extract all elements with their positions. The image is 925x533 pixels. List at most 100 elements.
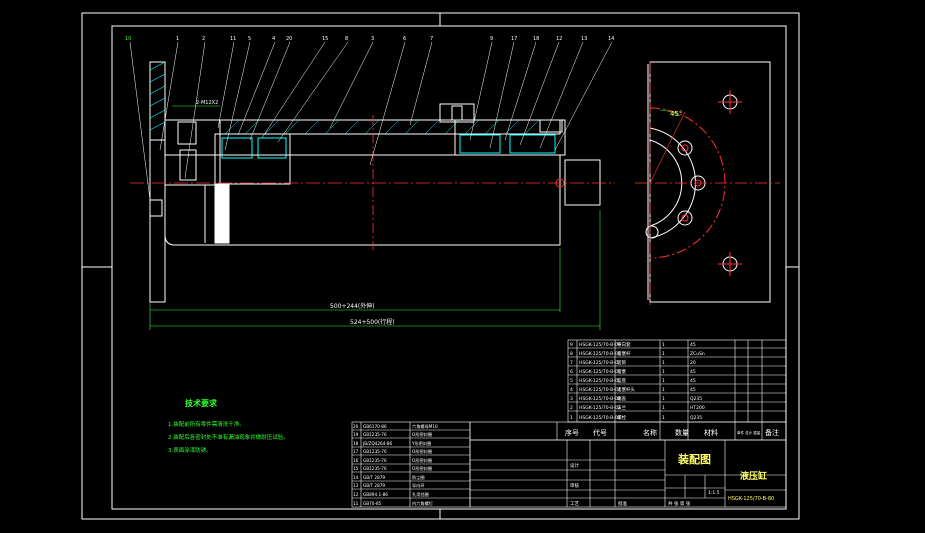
callout-number: 5 bbox=[248, 36, 251, 42]
svg-text:8: 8 bbox=[570, 351, 573, 357]
svg-text:13: 13 bbox=[353, 483, 359, 488]
cylinder-section-view bbox=[130, 61, 615, 303]
svg-text:14: 14 bbox=[353, 475, 359, 480]
callout-number: 10 bbox=[125, 36, 131, 42]
svg-text:1: 1 bbox=[662, 351, 665, 357]
callout-number: 8 bbox=[345, 36, 348, 42]
tech-req-item: 3.表面涂漆防锈。 bbox=[168, 446, 212, 454]
svg-text:HSGK-125/70-B-01: HSGK-125/70-B-01 bbox=[579, 415, 621, 421]
outer-border bbox=[81, 12, 800, 520]
svg-text:9: 9 bbox=[570, 342, 573, 348]
svg-text:GB1235-76: GB1235-76 bbox=[363, 466, 387, 471]
dimension-thread: 2-M12X2 bbox=[196, 100, 218, 106]
svg-text:45: 45 bbox=[690, 378, 696, 384]
svg-text:HT200: HT200 bbox=[690, 405, 705, 411]
svg-text:HSGK-125/70-B-07: HSGK-125/70-B-07 bbox=[579, 360, 621, 366]
cylinder-head bbox=[164, 119, 221, 186]
flange-end-view: 45° bbox=[635, 61, 780, 305]
svg-text:活塞杆: 活塞杆 bbox=[617, 350, 631, 357]
svg-text:HSGK-125/70-B-04: HSGK-125/70-B-04 bbox=[579, 387, 621, 393]
bom-right-rows: 9 HSGK-125/70-B-09导向套 1 45 8 HSGK-125/70-B-0… bbox=[570, 341, 705, 421]
svg-text:JB/ZQ4264-86: JB/ZQ4264-86 bbox=[362, 441, 393, 446]
dimension-stroke-top: 500+244(外伸) bbox=[330, 302, 375, 310]
svg-text:6: 6 bbox=[570, 369, 573, 375]
callout-number: 4 bbox=[272, 36, 275, 42]
svg-text:GB1235-76: GB1235-76 bbox=[363, 432, 387, 437]
label-approve: 批准 bbox=[618, 500, 627, 507]
svg-text:GB70-85: GB70-85 bbox=[363, 501, 382, 506]
svg-text:1: 1 bbox=[662, 387, 665, 393]
svg-text:1: 1 bbox=[662, 415, 665, 421]
oil-port bbox=[439, 103, 475, 123]
flange-plate-outline bbox=[649, 61, 771, 303]
svg-text:法兰: 法兰 bbox=[617, 404, 626, 411]
assembly-title: 装配图 bbox=[677, 452, 711, 466]
svg-text:O形密封圈: O形密封圈 bbox=[412, 448, 432, 455]
callout-number: 13 bbox=[581, 36, 587, 42]
bom-row: 3 HSGK-125/70-B-03端盖 1 Q235 bbox=[570, 395, 702, 402]
svg-text:1: 1 bbox=[570, 415, 573, 421]
svg-text:Q235: Q235 bbox=[690, 396, 702, 402]
callout-number: 18 bbox=[533, 36, 539, 42]
svg-text:HSGK-125/70-B-06: HSGK-125/70-B-06 bbox=[579, 369, 621, 375]
svg-text:GB894.1-86: GB894.1-86 bbox=[363, 492, 388, 497]
bolt-hole bbox=[677, 210, 693, 226]
mounting-flange bbox=[149, 61, 166, 303]
bom-row: 19 GB1235-76 O形密封圈 bbox=[353, 431, 432, 438]
tech-req-heading: 技术要求 bbox=[185, 398, 218, 408]
bom-row: 18 JB/ZQ4264-86 Y形密封圈 bbox=[353, 440, 431, 447]
svg-text:螺栓: 螺栓 bbox=[617, 414, 626, 421]
svg-text:20: 20 bbox=[353, 424, 359, 429]
callout-number: 9 bbox=[490, 36, 493, 42]
svg-text:HSGK-125/70-B-02: HSGK-125/70-B-02 bbox=[579, 405, 621, 411]
svg-text:Y形密封圈: Y形密封圈 bbox=[411, 440, 431, 447]
svg-text:7: 7 bbox=[570, 360, 573, 366]
bom-row: 17 GB1235-76 O形密封圈 bbox=[353, 448, 432, 455]
callout-number: 12 bbox=[556, 36, 562, 42]
svg-text:HSGK-125/70-B-03: HSGK-125/70-B-03 bbox=[579, 396, 621, 402]
tech-req-item: 2.装配后各密封处不准有漏油现象并做耐压试验。 bbox=[168, 433, 289, 441]
bom-row: 1 HSGK-125/70-B-01螺栓 1 Q235 bbox=[570, 414, 702, 421]
technical-requirements: 技术要求 1.装配前所有零件需清洗干净。 2.装配后各密封处不准有漏油现象并做耐… bbox=[168, 398, 289, 454]
svg-text:45: 45 bbox=[690, 387, 696, 393]
bom-col-qty: 数量 bbox=[675, 428, 689, 437]
bom-row: 15 GB1235-76 O形密封圈 bbox=[353, 465, 432, 472]
svg-text:2: 2 bbox=[570, 405, 573, 411]
tech-req-item: 1.装配前所有零件需清洗干净。 bbox=[168, 420, 245, 428]
bom-col-code: 代号 bbox=[593, 428, 607, 437]
bom-row: 7 HSGK-125/70-B-07缸筒 1 20 bbox=[570, 359, 696, 366]
svg-text:GB/T 2879: GB/T 2879 bbox=[363, 483, 385, 488]
svg-text:GB1235-76: GB1235-76 bbox=[363, 458, 387, 463]
svg-text:ZCuSn: ZCuSn bbox=[690, 351, 705, 357]
svg-text:HSGK-125/70-B-08: HSGK-125/70-B-08 bbox=[579, 351, 621, 357]
svg-text:防尘圈: 防尘圈 bbox=[412, 474, 425, 481]
svg-text:GB/T 2879: GB/T 2879 bbox=[363, 475, 385, 480]
svg-text:5: 5 bbox=[570, 378, 573, 384]
bom-col-name: 名称 bbox=[643, 428, 657, 437]
svg-text:12: 12 bbox=[353, 492, 359, 497]
svg-text:1: 1 bbox=[662, 369, 665, 375]
bom-row: 16 GB1235-76 O形密封圈 bbox=[353, 457, 432, 464]
svg-text:活塞: 活塞 bbox=[617, 368, 626, 375]
svg-text:15: 15 bbox=[353, 466, 359, 471]
label-check: 审核 bbox=[570, 482, 579, 489]
svg-text:17: 17 bbox=[353, 449, 359, 454]
bom-row: 2 HSGK-125/70-B-02法兰 1 HT200 bbox=[570, 404, 705, 411]
bom-col-material: 材料 bbox=[704, 428, 718, 437]
bom-header-labels: 序号 代号 名称 数量 材料 单件 总计 重量 备注 bbox=[565, 428, 779, 437]
svg-text:六角螺母M10: 六角螺母M10 bbox=[412, 423, 438, 430]
bom-row: 13 GB/T 2879 导向环 bbox=[353, 482, 425, 489]
svg-text:45: 45 bbox=[690, 342, 696, 348]
cad-drawing-canvas: 500+244(外伸) 524+500(行程) 2-M12X2 10 1 2 1… bbox=[81, 12, 800, 520]
svg-text:HSGK-125/70-B-05: HSGK-125/70-B-05 bbox=[579, 378, 621, 384]
bom-row: 20 GB6170-86 六角螺母M10 bbox=[353, 423, 438, 430]
bom-left-rows: 20 GB6170-86 六角螺母M10 19 GB1235-76 O形密封圈 18 JB… bbox=[353, 423, 438, 507]
callout-number: 6 bbox=[403, 36, 406, 42]
svg-text:导向套: 导向套 bbox=[617, 341, 631, 348]
callout-numbers: 10 1 2 11 5 4 20 15 8 3 6 7 9 17 18 12 1… bbox=[125, 36, 614, 42]
svg-text:45: 45 bbox=[690, 369, 696, 375]
svg-text:1: 1 bbox=[662, 342, 665, 348]
svg-text:Q235: Q235 bbox=[690, 415, 702, 421]
callout-number: 1 bbox=[176, 36, 179, 42]
svg-text:19: 19 bbox=[353, 432, 359, 437]
